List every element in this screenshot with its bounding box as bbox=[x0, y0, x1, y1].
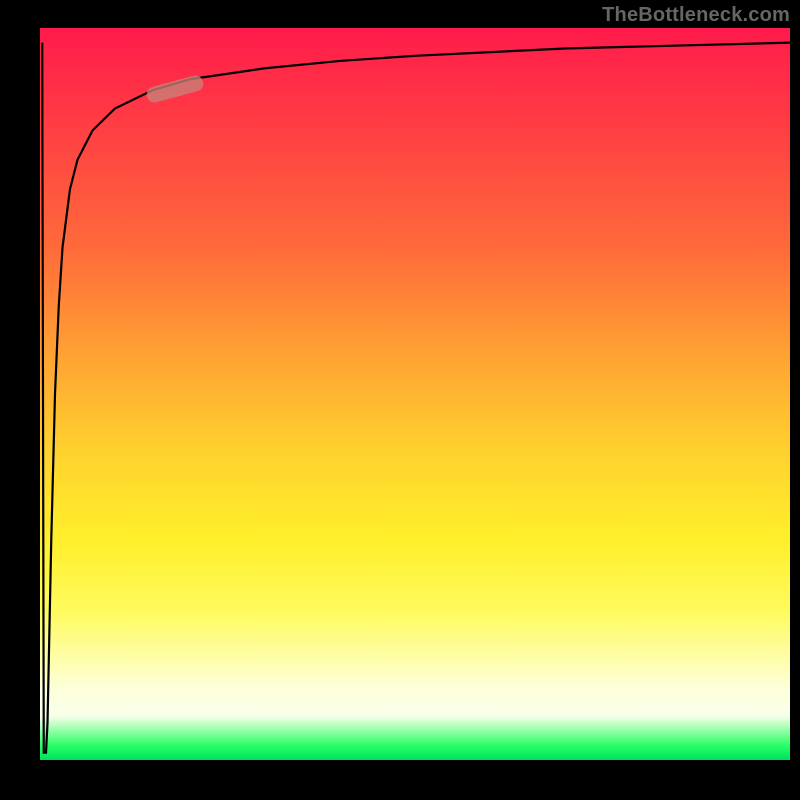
plot-area bbox=[40, 28, 790, 760]
watermark-text: TheBottleneck.com bbox=[602, 4, 790, 27]
chart-canvas: TheBottleneck.com bbox=[0, 0, 800, 800]
curve-line bbox=[42, 43, 790, 753]
curve-svg bbox=[40, 28, 790, 760]
